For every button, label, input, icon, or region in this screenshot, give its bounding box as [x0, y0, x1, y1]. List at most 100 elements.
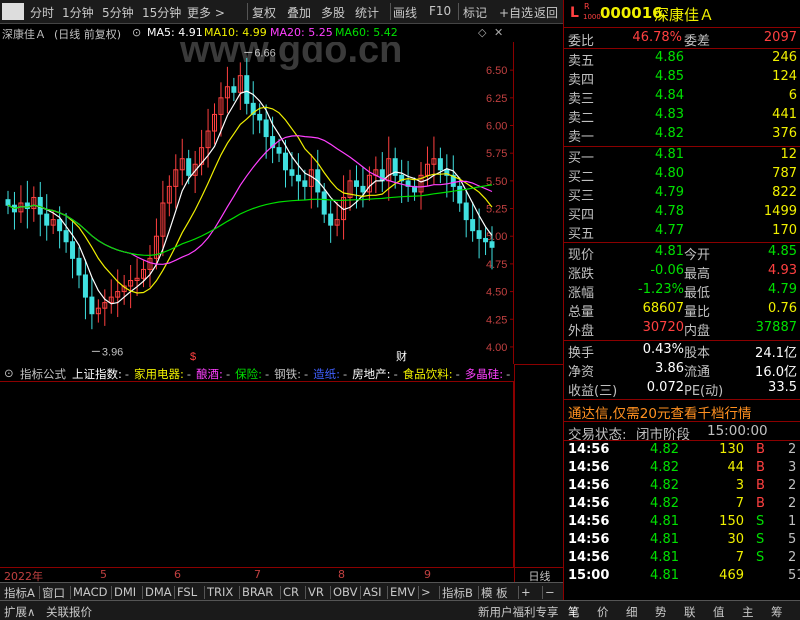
quote-nav-tab-3[interactable]: 势 — [655, 604, 667, 620]
candle-body-50 — [328, 213, 334, 226]
quote-nav-tab-1[interactable]: 价 — [597, 604, 609, 620]
toolbar-item-12[interactable]: +自选 — [499, 4, 533, 21]
indicator-tab-14[interactable]: 指标B — [442, 585, 473, 601]
ma10-label: MA10: 4.99 — [204, 26, 267, 39]
indicator-tab-9[interactable]: VR — [308, 585, 324, 599]
bids-label-2: 买三 — [568, 189, 595, 204]
bids-price-1[interactable]: 4.80 — [634, 166, 684, 181]
tab-divider — [418, 586, 419, 599]
asks-price-2[interactable]: 4.84 — [634, 88, 684, 103]
toolbar-item-5[interactable]: 复权 — [252, 4, 276, 21]
toolbar-item-11[interactable]: 标记 — [463, 4, 487, 21]
chart-info-bar: 深康佳Ａ (日线 前复权) ⊙ MA5: 4.91 MA10: 4.99 MA2… — [0, 24, 514, 42]
indicator-dash: - — [455, 367, 460, 381]
close-icon[interactable]: ✕ — [494, 26, 503, 39]
asks-price-1[interactable]: 4.85 — [634, 69, 684, 84]
quote-nav-tab-7[interactable]: 筹 — [771, 604, 783, 620]
quote-nav-tab-4[interactable]: 联 — [684, 604, 696, 620]
ma5-label: MA5: 4.91 — [147, 26, 203, 39]
tick-time-2: 14:56 — [568, 478, 610, 493]
candle-body-67 — [437, 158, 443, 171]
toolbar-item-1[interactable]: 1分钟 — [62, 4, 94, 21]
toolbar-item-0[interactable]: 分时 — [30, 4, 54, 21]
indicator-tab-1[interactable]: 窗口 — [42, 585, 65, 601]
toolbar-item-8[interactable]: 统计 — [355, 4, 379, 21]
toolbar-divider — [247, 3, 248, 20]
toolbar-item-10[interactable]: F10 — [429, 4, 451, 18]
diamond-icon[interactable]: ◇ — [478, 26, 486, 39]
indicator-tab-6[interactable]: TRIX — [207, 585, 233, 599]
indicator-tab-8[interactable]: CR — [283, 585, 299, 599]
toolbar-item-2[interactable]: 5分钟 — [102, 4, 134, 21]
quote-nav-tab-2[interactable]: 细 — [626, 604, 638, 620]
indicator-tab-10[interactable]: OBV — [333, 585, 357, 599]
indicator-dropdown-icon[interactable]: ⊙ — [4, 366, 14, 380]
indicator-tab-4[interactable]: DMA — [145, 585, 172, 599]
asks-label-2: 卖三 — [568, 92, 595, 107]
price-chart[interactable]: www.gdo.cn 6.50 6.25 6.00 5.75 5.50 5.25 5.00 4.… — [0, 42, 514, 364]
bids-label-0: 买一 — [568, 151, 595, 166]
toolbar-item-6[interactable]: 叠加 — [287, 4, 311, 21]
finance-label2-2: PE(动) — [684, 384, 724, 399]
indicator-tab-7[interactable]: BRAR — [242, 585, 273, 599]
candle-body-10 — [70, 241, 76, 259]
promo-link[interactable]: 新用户福利专享 — [478, 604, 559, 620]
quote-nav-tab-0[interactable]: 笔 — [568, 604, 580, 620]
toolbar-item-3[interactable]: 15分钟 — [142, 4, 181, 21]
indicator-tab-15[interactable]: 模 板 — [481, 585, 508, 601]
stat-label-3: 总量 — [568, 305, 595, 320]
promo-banner[interactable]: 通达信,仅需20元查看千档行情 — [568, 402, 751, 422]
finance-value2-1: 16.0亿 — [755, 365, 797, 380]
indicator-tab-12[interactable]: EMV — [390, 585, 415, 599]
indicator-tab-3[interactable]: DMI — [114, 585, 136, 599]
expand-button[interactable]: 扩展∧ — [4, 604, 35, 620]
ma60-label: MA60: 5.42 — [335, 26, 398, 39]
stat-value-1: -0.06 — [650, 263, 684, 278]
indicator-tab-11[interactable]: ASI — [363, 585, 382, 599]
asks-price-4[interactable]: 4.82 — [634, 126, 684, 141]
asks-volume-1: 124 — [772, 69, 797, 84]
candle-body-54 — [353, 180, 359, 187]
toolbar-item-7[interactable]: 多股 — [321, 4, 345, 21]
indicator-area[interactable] — [0, 381, 514, 567]
indicator-label[interactable]: 指标公式 — [20, 366, 66, 381]
period-label[interactable]: 日线 — [514, 567, 564, 583]
indicator-tab-0[interactable]: 指标A — [4, 585, 35, 601]
bids-price-0[interactable]: 4.81 — [634, 147, 684, 162]
toolbar-item-13[interactable]: 返回 — [534, 4, 558, 21]
chart-mode-label[interactable]: (日线 前复权) — [54, 26, 121, 42]
indicator-tabs: 指标A 窗口 MACD DMI DMA FSL TRIX BRAR CR VR OBV ASI EMV >… — [0, 582, 564, 600]
toolbar-item-4[interactable]: 更多 > — [187, 4, 225, 21]
tick-volume-4: 150 — [719, 514, 744, 529]
indicator-tab-5[interactable]: FSL — [177, 585, 197, 599]
tab-divider — [478, 586, 479, 599]
candle-body-43 — [282, 152, 288, 171]
y-tick-label-6: 5.00 — [486, 231, 507, 243]
bids-price-2[interactable]: 4.79 — [634, 185, 684, 200]
indicator-tab-16[interactable]: + — [521, 585, 531, 599]
bids-volume-1: 787 — [772, 166, 797, 181]
related-quote-button[interactable]: 关联报价 — [46, 604, 92, 620]
tick-count-1: 3 — [788, 460, 797, 475]
dropdown-icon[interactable]: ⊙ — [132, 26, 141, 39]
indicator-tab-17[interactable]: − — [545, 585, 555, 599]
tick-count-4: 1 — [788, 514, 797, 529]
indicator-tab-2[interactable]: MACD — [73, 585, 107, 599]
badge-num: 1000 — [583, 13, 601, 21]
asks-price-3[interactable]: 4.83 — [634, 107, 684, 122]
quote-nav-tab-6[interactable]: 主 — [742, 604, 754, 620]
bids-price-3[interactable]: 4.78 — [634, 204, 684, 219]
y-tick-label-5: 5.25 — [486, 204, 507, 216]
asks-price-0[interactable]: 4.86 — [634, 50, 684, 65]
tick-time-4: 14:56 — [568, 514, 610, 529]
candle-body-37 — [244, 75, 250, 104]
indicator-tab-13[interactable]: > — [421, 585, 431, 599]
tick-side-2: B — [756, 478, 765, 493]
finance-value-0: 0.43% — [642, 342, 684, 357]
quote-nav-tab-5[interactable]: 值 — [713, 604, 725, 620]
candle-body-0 — [5, 199, 11, 206]
bids-price-4[interactable]: 4.77 — [634, 223, 684, 238]
tick-side-5: S — [756, 532, 765, 547]
toolbar-item-9[interactable]: 画线 — [393, 4, 417, 21]
candlestick-chart[interactable]: www.gdo.cn 6.50 6.25 6.00 5.75 5.50 5.25 5.00 4.… — [0, 42, 514, 364]
